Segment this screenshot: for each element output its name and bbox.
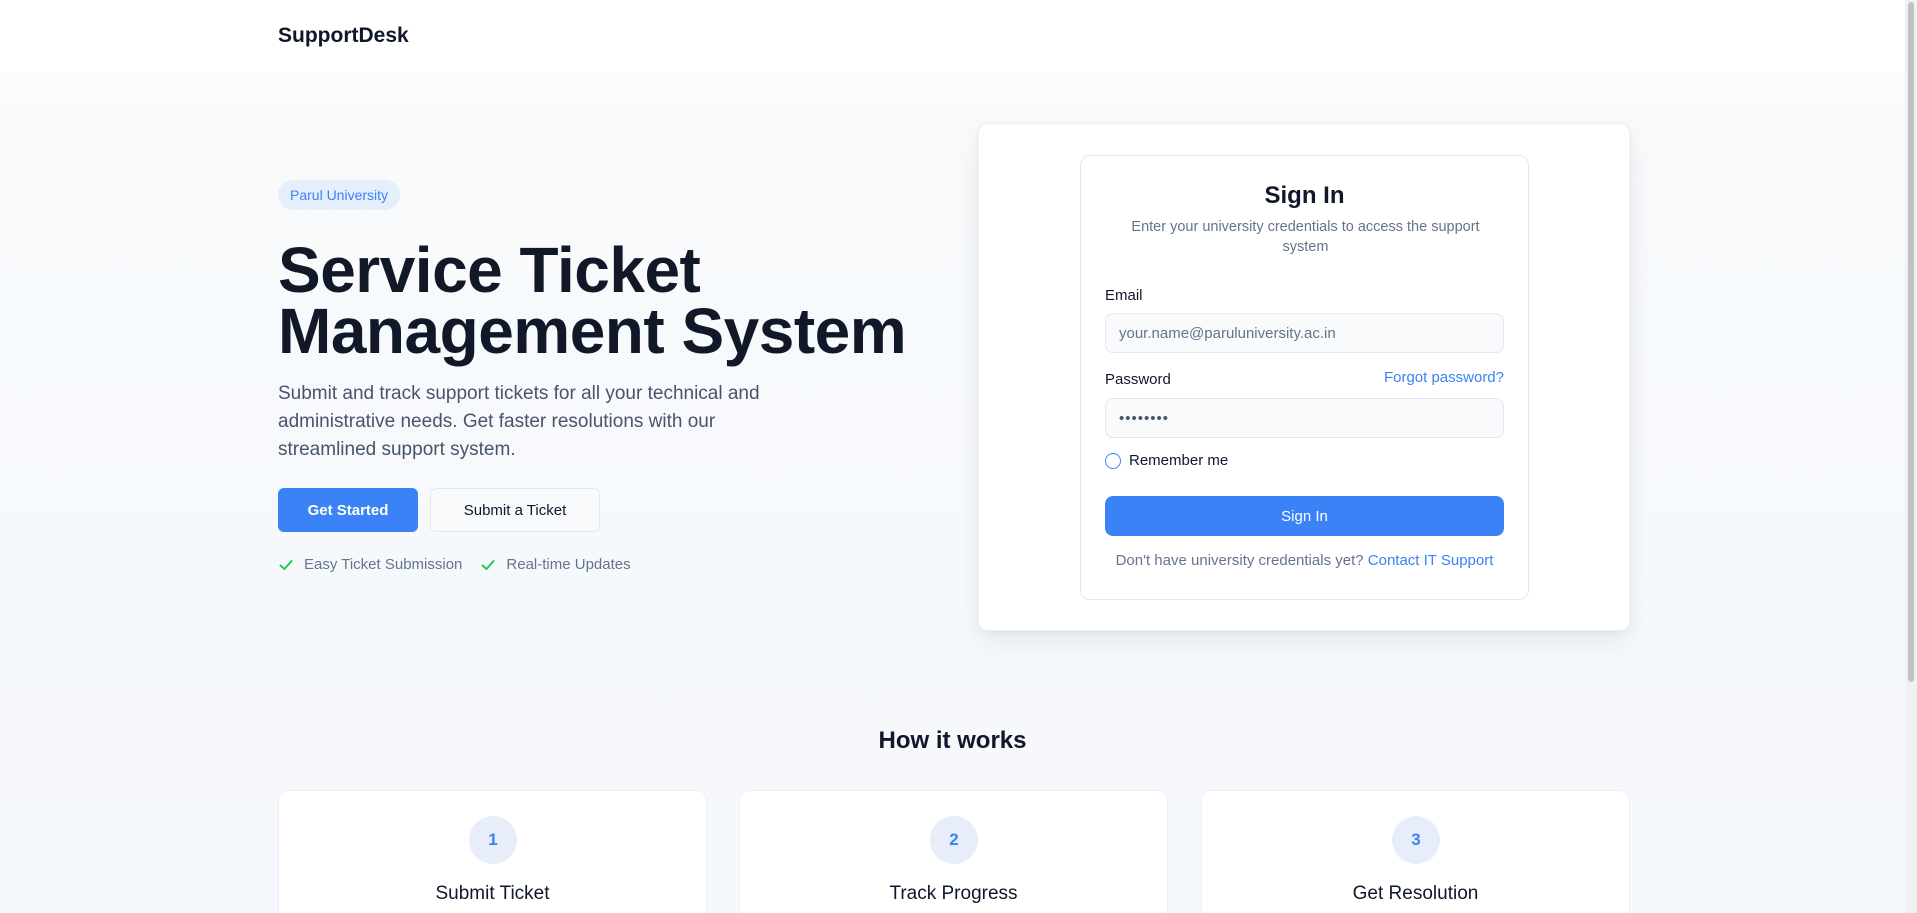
password-label: Password (1105, 371, 1171, 388)
feature-label: Real-time Updates (506, 556, 631, 573)
brand-logo[interactable]: SupportDesk (278, 24, 409, 48)
signin-subtitle: Enter your university credentials to acc… (1131, 219, 1480, 255)
email-label: Email (1105, 287, 1143, 304)
signin-title: Sign In (1264, 182, 1345, 209)
get-started-button[interactable]: Get Started (278, 488, 418, 532)
how-it-works-title: How it works (878, 727, 1027, 754)
contact-prefix: Don't have university credentials yet? (1115, 552, 1364, 569)
signin-panel: Sign In Enter your university credential… (978, 123, 1630, 631)
hero-actions: Get Started Submit a Ticket (278, 488, 938, 532)
feature-label: Easy Ticket Submission (304, 556, 463, 573)
hero-title: Service Ticket Management System (278, 238, 938, 363)
remember-me-checkbox[interactable] (1105, 452, 1121, 469)
check-icon (278, 557, 294, 573)
signin-card: Sign In Enter your university credential… (1080, 155, 1529, 600)
step-card: 2 Track Progress (739, 790, 1168, 913)
contact-it-support-link[interactable]: Contact IT Support (1368, 552, 1494, 569)
feature-list: Easy Ticket Submission Real-time Updates (278, 556, 938, 573)
password-field[interactable] (1105, 398, 1504, 438)
feature-item: Easy Ticket Submission (278, 556, 462, 573)
remember-me[interactable]: Remember me (1105, 452, 1228, 469)
top-navbar: SupportDesk (0, 0, 1905, 72)
step-number-badge: 3 (1392, 816, 1440, 864)
step-number-badge: 2 (930, 816, 978, 864)
remember-me-label: Remember me (1129, 452, 1229, 469)
check-icon (480, 557, 496, 573)
email-field[interactable] (1105, 313, 1504, 353)
contact-line: Don't have university credentials yet? C… (1081, 552, 1528, 569)
step-number-badge: 1 (469, 816, 517, 864)
page-scrollbar[interactable] (1905, 0, 1917, 913)
hero-description: Submit and track support tickets for all… (278, 383, 760, 460)
hero-title-line2: Management System (278, 295, 907, 367)
hero-section: Parul University Service Ticket Manageme… (278, 180, 938, 573)
step-card: 1 Submit Ticket (278, 790, 707, 913)
scrollbar-thumb[interactable] (1908, 2, 1914, 682)
signin-button[interactable]: Sign In (1105, 496, 1504, 536)
feature-item: Real-time Updates (480, 556, 631, 573)
submit-ticket-button[interactable]: Submit a Ticket (430, 488, 600, 532)
university-badge: Parul University (278, 180, 401, 210)
step-title: Get Resolution (1352, 883, 1479, 904)
step-title: Submit Ticket (435, 883, 550, 904)
step-title: Track Progress (889, 883, 1018, 904)
step-card: 3 Get Resolution (1201, 790, 1630, 913)
forgot-password-link[interactable]: Forgot password? (1384, 369, 1504, 386)
